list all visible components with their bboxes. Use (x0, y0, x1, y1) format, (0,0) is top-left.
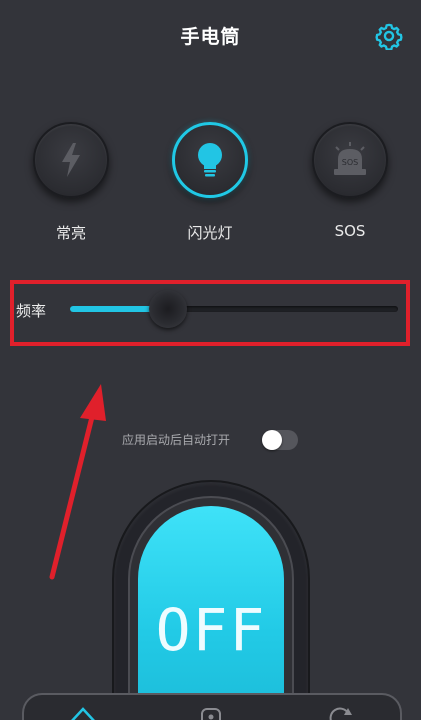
bulb-icon (198, 143, 222, 177)
auto-open-row: 应用启动后自动打开 (0, 428, 421, 452)
mode-steady-label: 常亮 (55, 224, 86, 242)
power-button-housing: OFF (112, 480, 310, 720)
frequency-slider[interactable] (70, 290, 398, 328)
mode-sos-label: SOS (334, 222, 366, 240)
lightning-icon (62, 143, 80, 177)
power-button-label: OFF (155, 596, 267, 664)
sos-siren-icon: SOS (334, 142, 366, 175)
refresh-icon[interactable] (326, 705, 356, 720)
power-button-ring: OFF (128, 496, 294, 720)
toggle-knob (262, 430, 282, 450)
bottom-nav (22, 693, 402, 720)
highlight-box (10, 280, 410, 346)
auto-open-toggle[interactable] (262, 430, 298, 450)
flashlight-icon[interactable] (196, 705, 226, 720)
mode-sos-button[interactable]: SOS SOS (312, 122, 388, 240)
gear-icon[interactable] (375, 22, 403, 50)
mode-flash-circle[interactable] (172, 122, 248, 198)
frequency-label: 频率 (16, 302, 47, 320)
auto-open-label: 应用启动后自动打开 (122, 433, 231, 447)
mode-sos-circle[interactable]: SOS (312, 122, 388, 198)
power-button[interactable]: OFF (138, 506, 284, 720)
mode-flash-button[interactable]: 闪光灯 (172, 122, 248, 243)
mode-flash-label: 闪光灯 (187, 224, 233, 242)
mode-steady-button[interactable]: 常亮 (33, 122, 109, 243)
frequency-row: 频率 (0, 276, 421, 346)
home-icon[interactable] (68, 705, 98, 720)
top-bar: 手电筒 (0, 0, 421, 72)
sos-icon-text: SOS (342, 158, 358, 167)
mode-steady-circle[interactable] (33, 122, 109, 198)
page-title: 手电筒 (180, 26, 241, 48)
